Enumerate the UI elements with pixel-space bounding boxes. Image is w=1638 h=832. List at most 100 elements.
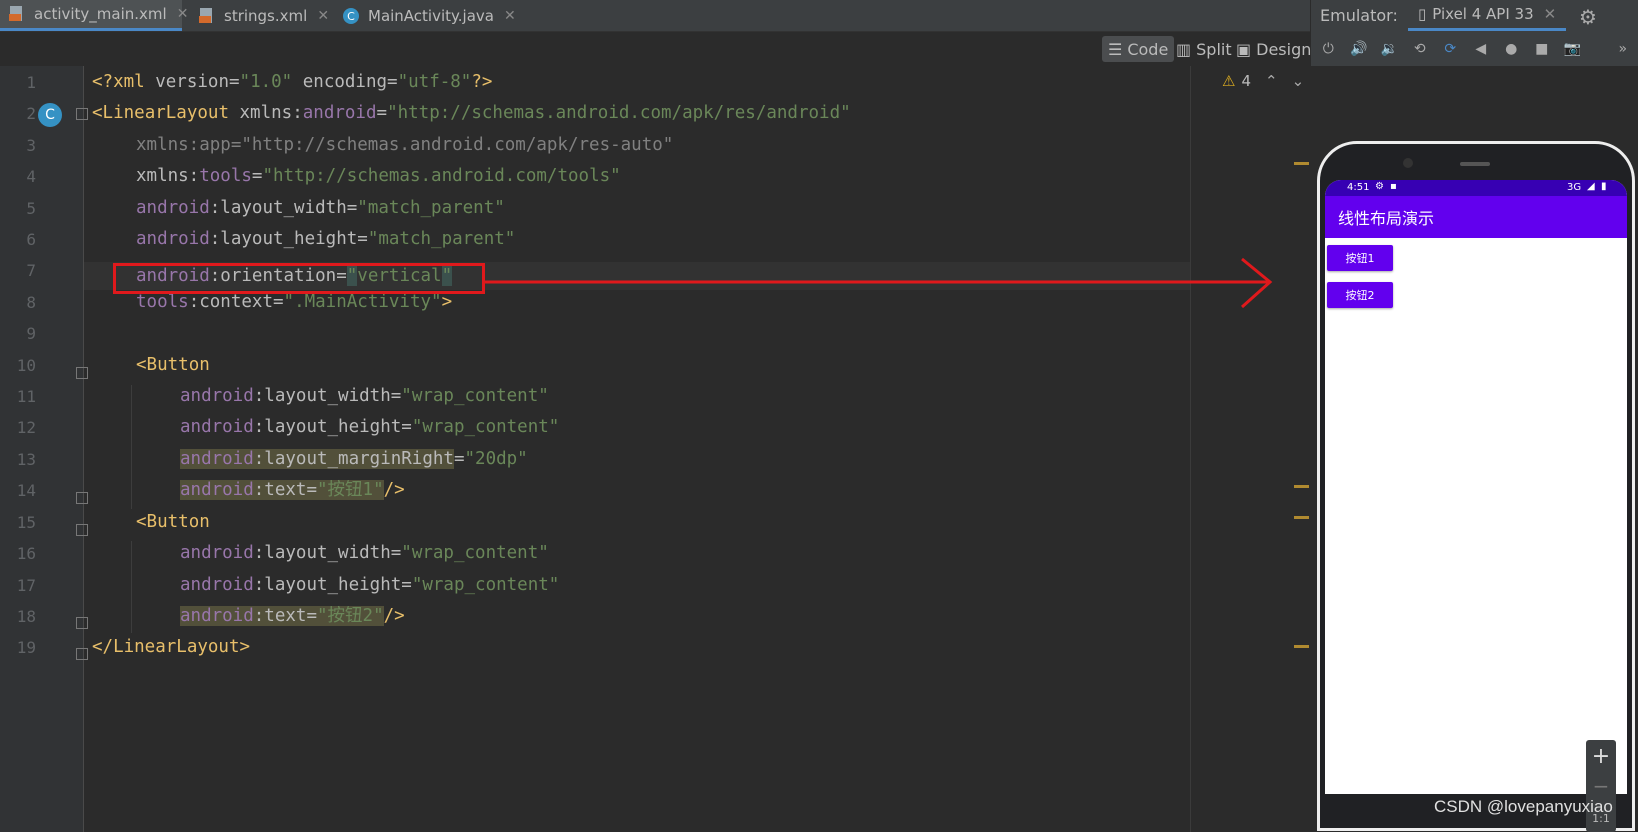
scroll-marker[interactable] xyxy=(1294,645,1309,648)
code-line-17[interactable]: android:layout_height="wrap_content" xyxy=(180,571,559,599)
fold-icon[interactable] xyxy=(76,524,88,536)
close-icon[interactable]: ✕ xyxy=(504,8,516,24)
namespace: android xyxy=(136,198,210,218)
class-gutter-icon[interactable]: C xyxy=(38,103,62,127)
attr-value: ".MainActivity" xyxy=(283,292,442,312)
attr-value: "1.0" xyxy=(239,72,293,92)
code-line-12[interactable]: android:layout_height="wrap_content" xyxy=(180,413,559,441)
zoom-in-icon[interactable]: + xyxy=(1586,744,1616,769)
code-line-2[interactable]: <LinearLayout xmlns:android="http://sche… xyxy=(92,99,851,127)
home-icon[interactable]: ● xyxy=(1496,36,1527,62)
namespace: android xyxy=(180,543,254,563)
design-view-button[interactable]: ▣ Design xyxy=(1230,36,1317,62)
line-number: 4 xyxy=(26,167,36,186)
status-bar: 4:51 ⚙ ▪ 3G ◢ ▮ xyxy=(1325,180,1627,196)
line-number: 17 xyxy=(16,576,36,595)
tag-name: Button xyxy=(146,512,210,532)
tag-name: xml xyxy=(113,72,145,92)
close-icon[interactable]: ✕ xyxy=(177,6,189,22)
inspection-widget[interactable]: ⚠ 4 ⌃ ⌄ xyxy=(1222,72,1304,90)
warning-icon: ⚠ xyxy=(1222,72,1236,90)
phone-screen[interactable]: 4:51 ⚙ ▪ 3G ◢ ▮ 线性布局演示 按钮1 按钮2 xyxy=(1325,180,1627,794)
attr-name: xmlns: xyxy=(136,166,200,186)
emulator-device-tab[interactable]: ▯ Pixel 4 API 33 ✕ xyxy=(1408,0,1567,31)
rotate-right-icon[interactable]: ⟳ xyxy=(1435,36,1466,62)
app-button-1[interactable]: 按钮1 xyxy=(1327,245,1393,271)
code-line-3[interactable]: xmlns:app="http://schemas.android.com/ap… xyxy=(136,131,673,159)
code-view-label: Code xyxy=(1127,39,1169,59)
power-icon[interactable]: ⏻ xyxy=(1313,36,1344,62)
line-number: 2 xyxy=(26,104,36,123)
attr-value: "utf-8" xyxy=(397,72,472,92)
line-number: 15 xyxy=(16,513,36,532)
line-number: 12 xyxy=(16,418,36,437)
code-line-16[interactable]: android:layout_width="wrap_content" xyxy=(180,539,549,567)
camera-icon[interactable]: 📷 xyxy=(1557,36,1588,62)
chevron-down-icon[interactable]: ⌄ xyxy=(1292,72,1305,90)
attr-name: xmlns: xyxy=(228,103,303,123)
attr-value: "20dp" xyxy=(464,449,528,469)
front-camera xyxy=(1403,158,1413,168)
namespace: tools xyxy=(136,292,189,312)
attr-name: :text xyxy=(253,480,307,500)
chevron-up-icon[interactable]: ⌃ xyxy=(1265,72,1278,90)
attr-name: :layout_height xyxy=(253,417,402,437)
namespace: android xyxy=(180,449,254,469)
attr-name: :layout_width xyxy=(209,198,347,218)
scroll-marker[interactable] xyxy=(1294,516,1309,519)
volume-down-icon[interactable]: 🔉 xyxy=(1374,36,1405,62)
punct: = xyxy=(453,449,465,469)
punct: ?> xyxy=(471,72,493,92)
code-line-4[interactable]: xmlns:tools="http://schemas.android.com/… xyxy=(136,162,621,190)
code-line-6[interactable]: android:layout_height="match_parent" xyxy=(136,225,515,253)
right-margin-guide xyxy=(1190,66,1191,832)
code-line-13[interactable]: android:layout_marginRight="20dp" xyxy=(180,445,528,473)
fold-icon[interactable] xyxy=(76,617,88,629)
fold-icon[interactable] xyxy=(76,108,88,120)
tab-activity-main[interactable]: activity_main.xml ✕ xyxy=(0,0,188,31)
close-icon[interactable]: ✕ xyxy=(1544,5,1557,23)
fold-icon[interactable] xyxy=(76,492,88,504)
tag-name: LinearLayout xyxy=(113,637,240,657)
punct: = xyxy=(346,198,358,218)
tab-main-activity[interactable]: C MainActivity.java ✕ xyxy=(334,0,516,31)
overview-icon[interactable]: ■ xyxy=(1527,36,1558,62)
code-view-button[interactable]: ☰ Code xyxy=(1102,36,1175,62)
punct: = xyxy=(401,575,412,595)
code-line-10[interactable]: <Button xyxy=(136,351,210,379)
close-icon[interactable]: ✕ xyxy=(317,8,329,24)
tab-strings[interactable]: strings.xml ✕ xyxy=(190,0,329,31)
more-icon[interactable]: » xyxy=(1608,36,1638,62)
zoom-out-icon[interactable]: − xyxy=(1586,774,1616,798)
code-line-11[interactable]: android:layout_width="wrap_content" xyxy=(180,382,549,410)
attr-value: "http://schemas.android.com/apk/res/andr… xyxy=(387,103,851,123)
volume-up-icon[interactable]: 🔊 xyxy=(1344,36,1375,62)
xml-file-icon xyxy=(8,5,26,23)
split-view-button[interactable]: ▥ Split xyxy=(1170,36,1238,62)
rotate-left-icon[interactable]: ⟲ xyxy=(1405,36,1436,62)
code-line-15[interactable]: <Button xyxy=(136,508,210,536)
attr-name: :layout_height xyxy=(209,229,358,249)
code-line-14[interactable]: android:text="按钮1"/> xyxy=(180,476,405,504)
code-line-1[interactable]: <?xml version="1.0" encoding="utf-8"?> xyxy=(92,68,492,96)
app-button-2[interactable]: 按钮2 xyxy=(1327,282,1393,308)
fold-icon[interactable] xyxy=(76,648,88,660)
scroll-marker[interactable] xyxy=(1294,162,1309,165)
code-line-18[interactable]: android:text="按钮2"/> xyxy=(180,602,405,630)
tab-label: activity_main.xml xyxy=(34,5,167,23)
scroll-marker[interactable] xyxy=(1294,485,1309,488)
code-line-5[interactable]: android:layout_width="match_parent" xyxy=(136,194,505,222)
attr-name: version xyxy=(144,72,229,92)
fold-icon[interactable] xyxy=(76,367,88,379)
split-view-label: Split xyxy=(1196,39,1232,59)
code-line-19[interactable]: </LinearLayout> xyxy=(92,633,250,661)
zoom-controls: + − 1:1 xyxy=(1586,740,1616,832)
gear-icon[interactable]: ⚙ xyxy=(1579,5,1597,29)
split-icon: ▥ xyxy=(1176,39,1192,59)
punct: = xyxy=(390,386,402,406)
back-icon[interactable]: ◀ xyxy=(1466,36,1497,62)
gear-icon: ⚙ xyxy=(1375,181,1384,192)
namespace: android xyxy=(180,417,254,437)
java-class-icon: C xyxy=(342,7,360,25)
indent-guide xyxy=(131,385,132,509)
